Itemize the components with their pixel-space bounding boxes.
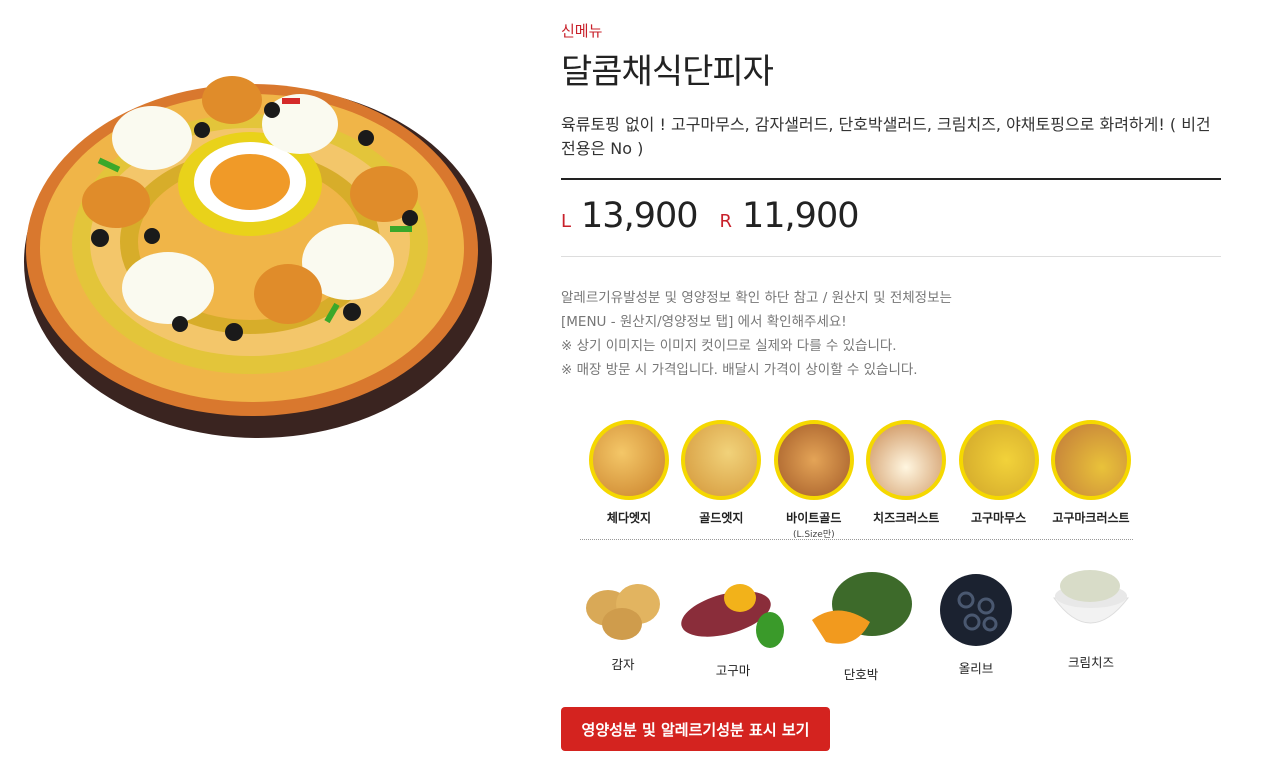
potato-image (586, 584, 660, 640)
info-notes: 알레르기유발성분 및 영양정보 확인 하단 참고 / 원산지 및 전체정보는 [… (561, 286, 952, 382)
crust-label: 고구마무스 (970, 511, 1027, 525)
crust-label: 고구마크러스트 (1052, 511, 1130, 525)
price-divider (561, 256, 1221, 257)
crust-option-cheese-crust: 치즈크러스트 (864, 420, 948, 540)
topping-label: 크림치즈 (1067, 655, 1114, 670)
nutrition-allergen-button[interactable]: 영양성분 및 알레르기성분 표시 보기 (561, 707, 830, 751)
section-divider (580, 539, 1133, 540)
note-line: 알레르기유발성분 및 영양정보 확인 하단 참고 / 원산지 및 전체정보는 (561, 290, 952, 306)
topping-olive: 올리브 (938, 572, 1014, 677)
topping-cream-cheese: 크림치즈 (1050, 562, 1132, 671)
crust-image (958, 420, 1039, 500)
sweet-pumpkin-image (812, 572, 912, 644)
cream-cheese-image (1053, 570, 1130, 624)
crust-option-sweet-potato-mousse: 고구마무스 (957, 420, 1041, 540)
new-menu-badge: 신메뉴 (561, 22, 603, 40)
price-size-large: L (561, 211, 572, 232)
topping-potato: 감자 (582, 574, 664, 673)
note-line: [MENU - 원산지/영양정보 탭] 에서 확인해주세요! (561, 314, 847, 330)
crust-image (866, 420, 947, 500)
note-line: ※ 매장 방문 시 가격입니다. 배달시 가격이 상이할 수 있습니다. (561, 362, 918, 378)
crust-option-cheddar-edge: 체다엣지 (587, 420, 671, 540)
product-description: 육류토핑 없이 ! 고구마무스, 감자샐러드, 단호박샐러드, 크림치즈, 야채… (561, 115, 1211, 158)
price-size-regular: R (719, 211, 733, 232)
crust-image (1050, 420, 1131, 500)
crust-option-gold-edge: 골드엣지 (679, 420, 763, 540)
crust-options: 체다엣지 골드엣지 바이트골드 (L.Size만) 치즈크러스트 고구마무스 고… (587, 420, 1133, 540)
crust-image (773, 420, 854, 500)
topping-label: 단호박 (843, 667, 879, 682)
price-large: 13,900 (581, 196, 698, 236)
topping-sweet-pumpkin: 단호박 (808, 570, 914, 683)
sweet-potato-image (681, 584, 784, 648)
pizza-product-image (24, 76, 492, 438)
price-regular: 11,900 (742, 196, 859, 236)
crust-label: 골드엣지 (699, 511, 744, 525)
crust-image (589, 420, 669, 500)
note-line: ※ 상기 이미지는 이미지 컷이므로 실제와 다를 수 있습니다. (561, 338, 897, 354)
topping-sweet-potato: 고구마 (678, 574, 788, 679)
crust-option-bite-gold: 바이트골드 (L.Size만) (772, 420, 856, 540)
crust-option-sweet-potato-crust: 고구마크러스트 (1049, 420, 1133, 540)
crust-label: 치즈크러스트 (873, 511, 940, 525)
product-title: 달콤채식단피자 (561, 52, 774, 92)
olive-image (940, 574, 1012, 646)
topping-label: 감자 (611, 657, 635, 672)
title-divider (561, 178, 1221, 180)
crust-image (681, 420, 762, 500)
crust-label: 체다엣지 (606, 511, 652, 525)
topping-label: 올리브 (958, 661, 994, 676)
topping-label: 고구마 (715, 663, 751, 678)
crust-label: 바이트골드 (786, 511, 842, 525)
price-row: L 13,900 R 11,900 (561, 196, 880, 236)
